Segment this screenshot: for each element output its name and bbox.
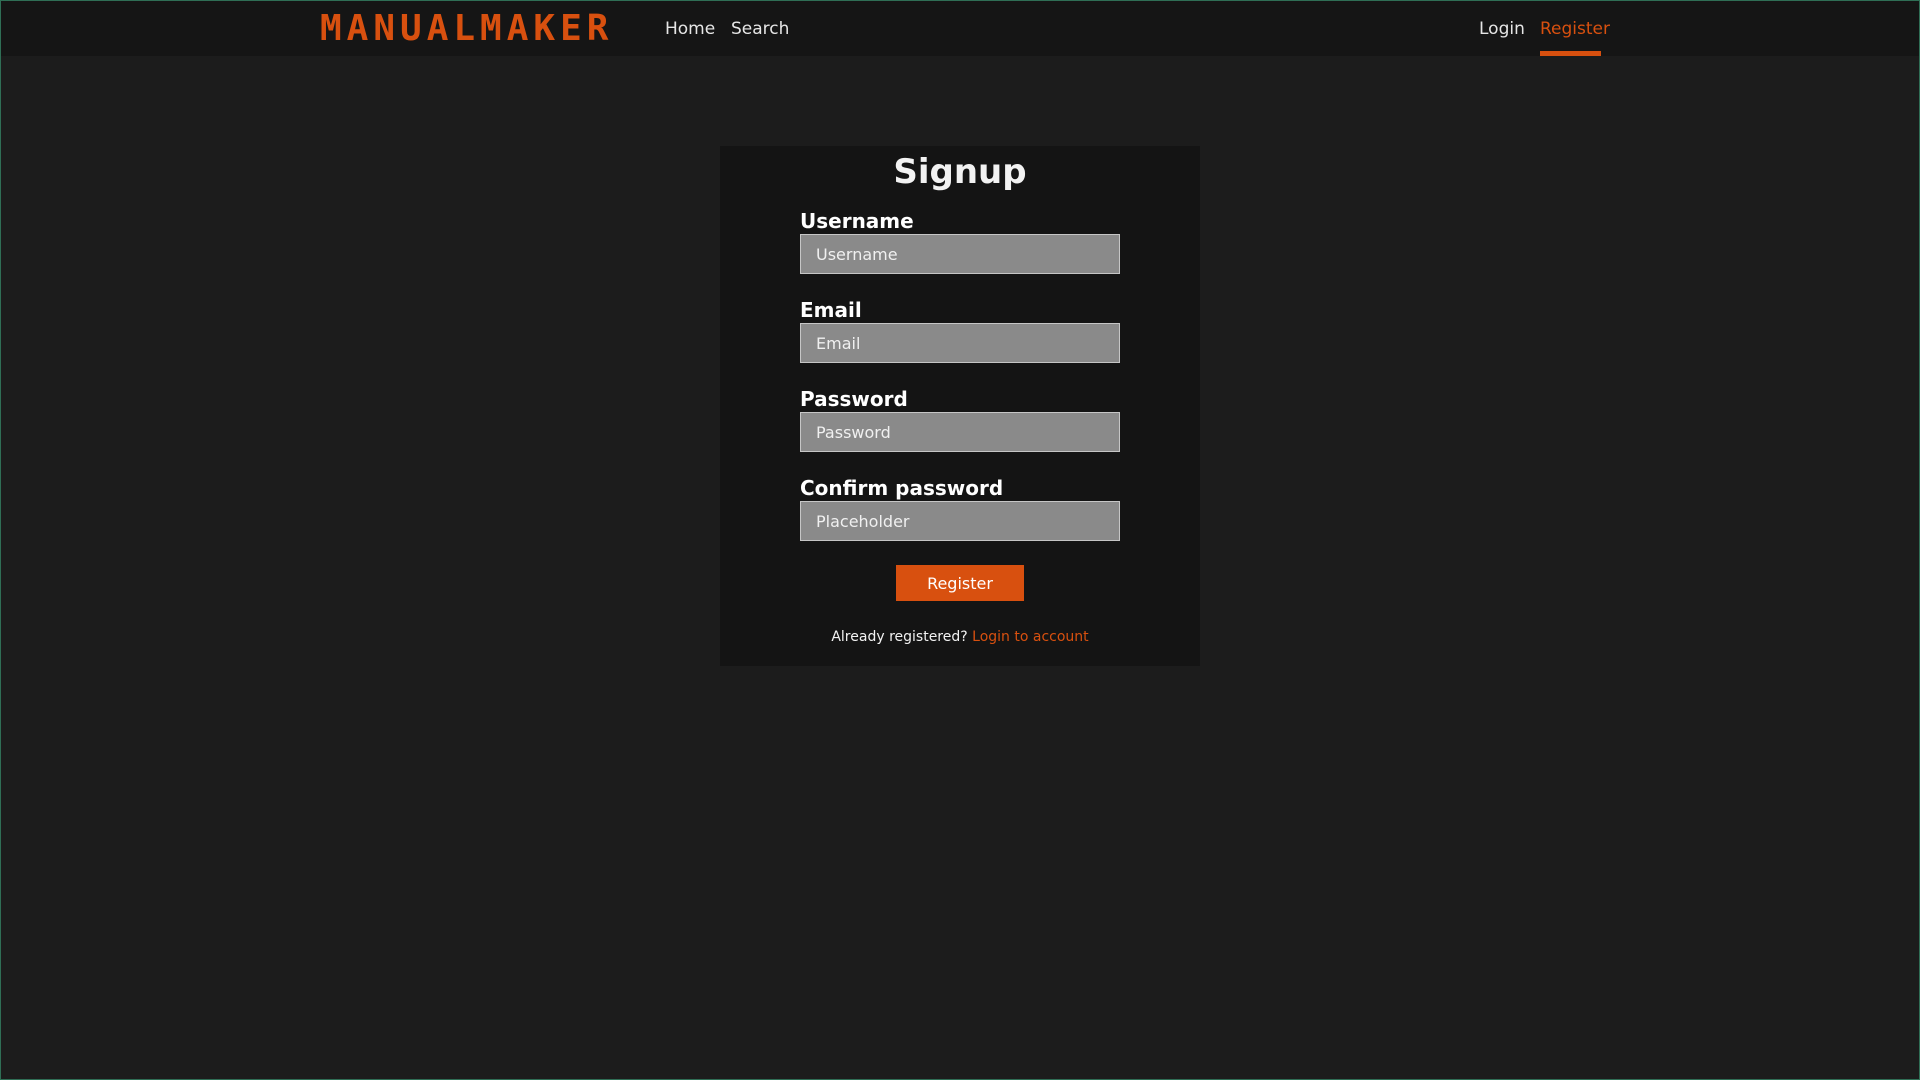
signup-title: Signup	[893, 152, 1027, 192]
login-to-account-link[interactable]: Login to account	[972, 629, 1089, 645]
nav-home-link[interactable]: Home	[665, 18, 715, 40]
nav-login-link[interactable]: Login	[1479, 18, 1525, 40]
nav-register-link[interactable]: Register	[1540, 18, 1610, 40]
nav-search-link[interactable]: Search	[731, 18, 789, 40]
already-registered-row: Already registered? Login to account	[0, 628, 1920, 646]
password-label: Password	[800, 387, 908, 411]
already-registered-text: Already registered?	[831, 629, 968, 645]
password-input[interactable]	[800, 412, 1120, 452]
register-button[interactable]: Register	[896, 565, 1024, 601]
username-label: Username	[800, 209, 914, 233]
email-input[interactable]	[800, 323, 1120, 363]
active-nav-indicator	[1540, 51, 1601, 56]
email-label: Email	[800, 298, 862, 322]
top-navbar: MANUALMAKER Home Search Login Register	[1, 1, 1919, 56]
confirm-password-input[interactable]	[800, 501, 1120, 541]
confirm-password-label: Confirm password	[800, 476, 1004, 500]
site-logo[interactable]: MANUALMAKER	[320, 11, 613, 47]
username-input[interactable]	[800, 234, 1120, 274]
